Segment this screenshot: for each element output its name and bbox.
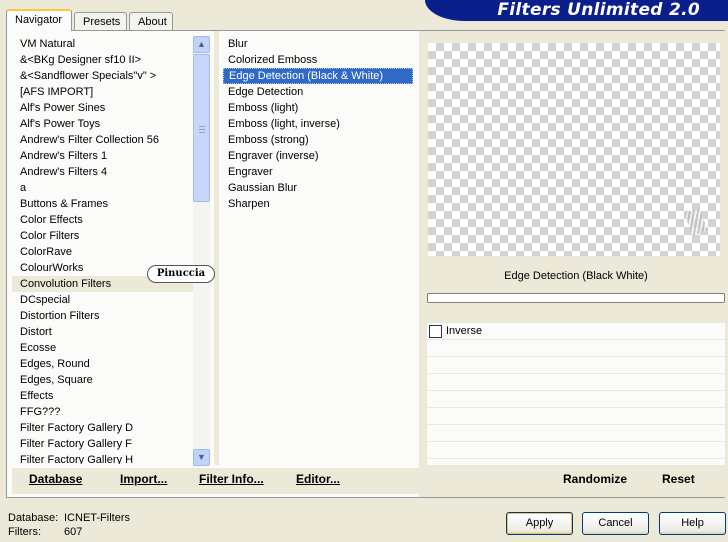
tab-about[interactable]: About [129,12,173,31]
list-item[interactable]: Filter Factory Gallery H [12,452,198,464]
status-area: Database: ICNET-Filters Filters: 607 [8,511,130,539]
help-button[interactable]: Help [659,512,726,535]
preview-watermark-icon [684,207,708,237]
control-row [427,340,725,357]
list-item[interactable]: Emboss (light, inverse) [223,116,413,132]
inverse-checkbox[interactable] [429,324,442,338]
randomize-button[interactable]: Randomize [563,472,627,486]
list-item[interactable]: Sharpen [223,196,413,212]
list-item[interactable]: Andrew's Filters 1 [12,148,198,164]
database-value: ICNET-Filters [64,512,130,524]
list-item[interactable]: Edge Detection [223,84,413,100]
list-item[interactable]: Blur [223,36,413,52]
list-item[interactable]: Engraver (inverse) [223,148,413,164]
cancel-button[interactable]: Cancel [582,512,649,535]
list-item[interactable]: Effects [12,388,198,404]
list-item[interactable]: Colorized Emboss [223,52,413,68]
list-divider [214,31,219,465]
filter-controls: Inverse [427,323,725,465]
list-item[interactable]: Distortion Filters [12,308,198,324]
list-item[interactable]: Alf's Power Toys [12,116,198,132]
control-row [427,425,725,442]
list-item[interactable]: Andrew's Filter Collection 56 [12,132,198,148]
editor-button[interactable]: Editor... [296,472,340,486]
list-item[interactable]: [AFS IMPORT] [12,84,198,100]
tab-navigator[interactable]: Navigator [6,9,72,31]
list-item[interactable]: Emboss (strong) [223,132,413,148]
list-item[interactable]: Distort [12,324,198,340]
list-item[interactable]: DCspecial [12,292,198,308]
list-item[interactable]: Edges, Round [12,356,198,372]
list-item[interactable]: &<Sandflower Specials"v" > [12,68,198,84]
filters-count: 607 [64,526,83,538]
list-item[interactable]: Ecosse [12,340,198,356]
list-item[interactable]: Edge Detection (Black & White) [223,68,413,84]
control-row [427,408,725,425]
scroll-down-button[interactable]: ▼ [193,449,210,466]
inverse-label: Inverse [446,325,483,337]
panel-button-bar: Database Import... Filter Info... Editor… [12,468,720,494]
filter-list[interactable]: Blur Colorized Emboss Edge Detection (Blac… [223,36,413,464]
list-item[interactable]: &<BKg Designer sf10 II> [12,52,198,68]
current-filter-name: Edge Detection (Black White) [504,270,648,282]
list-item[interactable]: Andrew's Filters 4 [12,164,198,180]
list-item[interactable]: Edges, Square [12,372,198,388]
preview-canvas [428,43,720,256]
database-label: Database: [8,512,59,524]
database-button[interactable]: Database [29,472,82,486]
list-item[interactable]: a [12,180,198,196]
apply-button[interactable]: Apply [506,512,573,535]
navigator-panel: VM Natural &<BKg Designer sf10 II> &<Sandf… [6,30,725,498]
list-item[interactable]: Gaussian Blur [223,180,413,196]
grip-icon [199,126,205,133]
preview-column: Edge Detection (Black White) Inverse [419,31,725,497]
control-row [427,357,725,374]
list-item[interactable]: Color Effects [12,212,198,228]
category-scrollbar[interactable]: ▲ ▼ [193,36,210,466]
control-row [427,442,725,459]
list-item[interactable]: Filter Factory Gallery F [12,436,198,452]
progress-bar [427,293,725,303]
filters-label: Filters: [8,526,41,538]
list-item[interactable]: ColorRave [12,244,198,260]
filter-info-button[interactable]: Filter Info... [199,472,264,486]
inverse-row[interactable]: Inverse [427,323,725,340]
list-item[interactable]: FFG??? [12,404,198,420]
watermark-badge: Pinuccia [147,265,215,283]
category-list[interactable]: VM Natural &<BKg Designer sf10 II> &<Sandf… [12,36,198,464]
scroll-up-button[interactable]: ▲ [193,36,210,53]
list-item[interactable]: Color Filters [12,228,198,244]
list-item[interactable]: Buttons & Frames [12,196,198,212]
control-row [427,391,725,408]
list-item[interactable]: Filter Factory Gallery D [12,420,198,436]
import-button[interactable]: Import... [120,472,167,486]
app-title: Filters Unlimited 2.0 [497,0,700,20]
list-item[interactable]: Alf's Power Sines [12,100,198,116]
list-item[interactable]: Engraver [223,164,413,180]
scroll-thumb[interactable] [193,54,210,202]
tab-presets[interactable]: Presets [74,12,127,31]
list-item[interactable]: Emboss (light) [223,100,413,116]
control-row [427,374,725,391]
reset-button[interactable]: Reset [662,472,695,486]
title-banner: Filters Unlimited 2.0 [425,0,728,21]
list-item[interactable]: VM Natural [12,36,198,52]
